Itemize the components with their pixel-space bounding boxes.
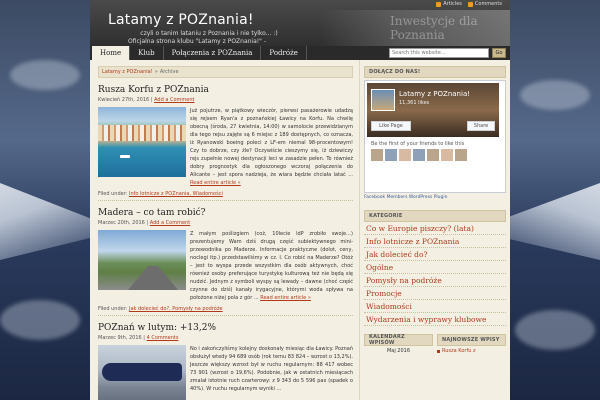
category-item[interactable]: Wiadomości <box>364 300 506 313</box>
read-more-link[interactable]: Read entire article » <box>190 180 241 186</box>
rss-icon <box>436 1 442 7</box>
facebook-like-button[interactable]: Like Page <box>371 121 411 131</box>
nav-item-home[interactable]: Home <box>92 46 131 60</box>
content-column: Latamy z POZnania! » Archive Rusza Korfu… <box>90 60 360 400</box>
airplane-wing-right <box>505 183 600 260</box>
category-item[interactable]: Wydarzenia i wyprawy klubowe <box>364 313 506 326</box>
post-excerpt: Już pojutrze, w piątkowy wieczór, pierws… <box>190 108 353 186</box>
post-meta: Marzec 20th, 2016 | Add a Comment <box>98 220 191 226</box>
breadcrumb-home-link[interactable]: Latamy z POZnania! <box>102 69 153 75</box>
facebook-friends-text: Be the first of your friends to like thi… <box>371 141 465 147</box>
facebook-cover[interactable]: Latamy z POZnania! 11,361 likes Like Pag… <box>367 83 499 137</box>
page-wrapper: Inwestycje dla Poznania Articles Comment… <box>90 0 510 400</box>
category-item[interactable]: Pomysły na podróże <box>364 274 506 287</box>
read-more-link[interactable]: Read entire article » <box>260 295 311 301</box>
category-list: Co w Europie piszczy? (lata) Info lotnic… <box>364 222 506 326</box>
search-input[interactable] <box>389 48 489 58</box>
post-meta: Marzec 9th, 2016 | 4 Comments <box>98 335 179 341</box>
post-excerpt: No i zakończyliśmy kolejny doskonały mie… <box>190 346 353 392</box>
add-comment-link[interactable]: Add a Comment <box>154 97 194 103</box>
post-thumbnail-airport[interactable] <box>98 345 186 400</box>
category-item[interactable]: Jak dolecieć do? <box>364 248 506 261</box>
post-meta: Kwiecień 27th, 2016 | Add a Comment <box>98 97 195 103</box>
post-thumbnail-corfu[interactable] <box>98 107 186 177</box>
nav-item-podroze[interactable]: Podróże <box>261 46 307 60</box>
post-categories: Filed under: Info lotnicze z POZnania, W… <box>98 191 223 197</box>
facebook-plugin-link[interactable]: Facebook Members WordPress Plugin <box>364 195 506 200</box>
articles-feed-link[interactable]: Articles <box>436 1 462 7</box>
category-item[interactable]: Info lotnicze z POZnania <box>364 235 506 248</box>
category-item[interactable]: Promocje <box>364 287 506 300</box>
post-title[interactable]: POZnań w lutym: +13,2% <box>98 323 353 333</box>
airplane-wing-left <box>0 183 90 260</box>
post-excerpt: Z małym poślizgiem (coż, 10lecie ldP zro… <box>190 231 353 301</box>
facebook-faces <box>371 149 467 161</box>
facebook-likes-count: 11,361 likes <box>399 100 430 106</box>
site-description: czyli o tanim lataniu z Poznania i nie t… <box>140 30 278 37</box>
recent-posts-widget: NAJNOWSZE WPISY Rusza Korfu z <box>437 334 506 354</box>
category-item[interactable]: Co w Europie piszczy? (lata) <box>364 222 506 235</box>
nav-item-klub[interactable]: Klub <box>130 46 164 60</box>
calendar-widget: KALENDARZ WPISÓW Maj 2016 <box>364 334 433 354</box>
main-area: Latamy z POZnania! » Archive Rusza Korfu… <box>90 60 510 400</box>
category-link[interactable]: Info lotnicze z POZnania, Wiadomości <box>129 191 223 197</box>
facebook-share-button[interactable]: Share <box>467 121 495 131</box>
post-item: Rusza Korfu z POZnania Kwiecień 27th, 20… <box>98 78 353 201</box>
widget-title-join: DOŁĄCZ DO NAS! <box>364 66 506 78</box>
post-title[interactable]: Rusza Korfu z POZnania <box>98 85 353 95</box>
bullet-icon <box>437 349 440 353</box>
post-title[interactable]: Madera – co tam robić? <box>98 208 353 218</box>
search-form: Go <box>389 48 506 58</box>
facebook-avatar <box>371 89 395 111</box>
feed-links: Articles Comments <box>436 0 502 8</box>
site-title[interactable]: Latamy z POZnania! <box>108 12 254 28</box>
comments-link[interactable]: 4 Comments <box>147 335 179 341</box>
category-link[interactable]: Jak dolecieć do?, Pomysły na podróże <box>129 306 223 312</box>
post-item: Madera – co tam robić? Marzec 20th, 2016… <box>98 201 353 316</box>
sidebar: DOŁĄCZ DO NAS! Latamy z POZnania! 11,361… <box>360 60 510 400</box>
bottom-widgets: KALENDARZ WPISÓW Maj 2016 NAJNOWSZE WPIS… <box>364 334 506 354</box>
recent-post-link[interactable]: Rusza Korfu z <box>437 348 506 354</box>
widget-title-categories: KATEGORIE <box>364 210 506 222</box>
post-item: POZnań w lutym: +13,2% Marzec 9th, 2016 … <box>98 316 353 400</box>
add-comment-link[interactable]: Add a Comment <box>150 220 190 226</box>
search-go-button[interactable]: Go <box>492 48 506 58</box>
facebook-page-name[interactable]: Latamy z POZnania! <box>399 90 470 98</box>
main-nav: Home Klub Połączenia z POZnania Podróże … <box>90 46 510 60</box>
breadcrumb-current: Archive <box>159 69 179 75</box>
breadcrumb: Latamy z POZnania! » Archive <box>98 66 353 78</box>
site-description-line2: Oficjalna strona klubu "Latamy z POZnani… <box>128 38 267 45</box>
post-categories: Filed under: Jak dolecieć do?, Pomysły n… <box>98 306 223 312</box>
category-item[interactable]: Ogólne <box>364 261 506 274</box>
comments-feed-link[interactable]: Comments <box>467 1 502 7</box>
nav-item-polaczenia[interactable]: Połączenia z POZnania <box>164 46 262 60</box>
header-banner-art: Inwestycje dla Poznania <box>320 10 510 46</box>
post-thumbnail-madera[interactable] <box>98 230 186 290</box>
rss-icon <box>467 1 473 7</box>
calendar-month: Maj 2016 <box>386 348 411 354</box>
facebook-page-widget: Latamy z POZnania! 11,361 likes Like Pag… <box>364 80 506 193</box>
